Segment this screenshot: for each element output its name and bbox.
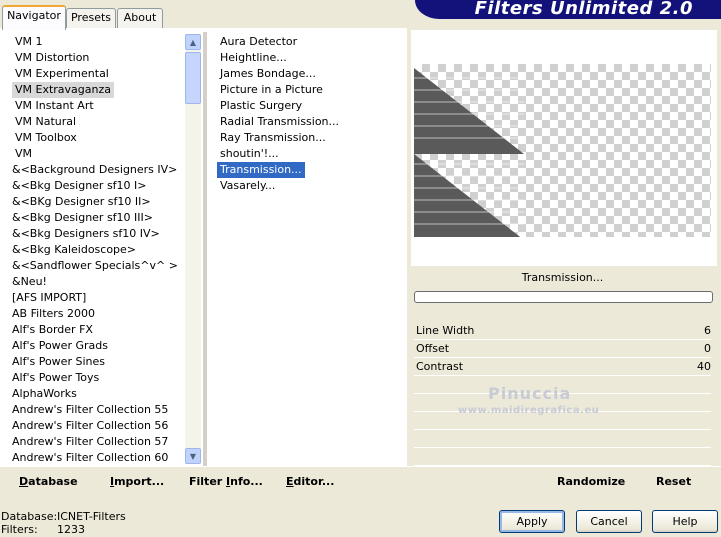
param-value: 0: [704, 342, 711, 355]
param-empty-row: [414, 431, 711, 448]
param-value: 40: [697, 360, 711, 373]
cancel-button[interactable]: Cancel: [576, 510, 642, 533]
category-item[interactable]: &<Bkg Kaleidoscope>: [12, 242, 136, 258]
category-item[interactable]: VM Natural: [15, 114, 76, 130]
tab-navigator[interactable]: Navigator: [2, 5, 66, 30]
param-offset[interactable]: Offset 0: [414, 341, 711, 358]
category-item[interactable]: AlphaWorks: [12, 386, 77, 402]
param-line-width[interactable]: Line Width 6: [414, 323, 711, 340]
scroll-thumb[interactable]: [185, 52, 201, 104]
param-label: Line Width: [416, 324, 475, 337]
category-item[interactable]: VM Instant Art: [15, 98, 94, 114]
filters-count: 1233: [57, 523, 85, 536]
editor-button[interactable]: Editor...: [286, 475, 334, 488]
database-info: Database: ICNET-Filters: [1, 510, 126, 523]
filter-item[interactable]: Ray Transmission...: [220, 130, 326, 146]
preview-shape-top: [414, 68, 524, 154]
filter-item[interactable]: Vasarely...: [220, 178, 275, 194]
reset-button[interactable]: Reset: [656, 475, 691, 488]
category-item[interactable]: &<Background Designers IV>: [12, 162, 177, 178]
filter-item[interactable]: Transmission...: [216, 161, 306, 179]
category-item[interactable]: VM Distortion: [15, 50, 89, 66]
category-item[interactable]: Alf's Power Toys: [12, 370, 99, 386]
category-item[interactable]: Andrew's Filter Collection 57: [12, 434, 168, 450]
category-item[interactable]: VM Extravaganza: [12, 82, 115, 98]
param-empty-row: [414, 449, 711, 466]
apply-button[interactable]: Apply: [499, 510, 565, 533]
scroll-down-icon[interactable]: ▼: [185, 448, 201, 464]
category-scrollbar[interactable]: ▲ ▼: [185, 34, 201, 464]
filter-item[interactable]: shoutin'!...: [220, 146, 279, 162]
filter-item[interactable]: Picture in a Picture: [220, 82, 323, 98]
preview-shape-bottom: [414, 154, 524, 237]
tab-presets[interactable]: Presets: [66, 8, 116, 28]
category-item[interactable]: Andrew's Filter Collection 56: [12, 418, 168, 434]
category-item[interactable]: Alf's Power Grads: [12, 338, 108, 354]
category-item[interactable]: &<Bkg Designer sf10 III>: [12, 210, 153, 226]
filter-item[interactable]: Aura Detector: [220, 34, 297, 50]
filters-info: Filters: 1233: [1, 523, 85, 536]
category-item[interactable]: VM Experimental: [15, 66, 109, 82]
list-splitter[interactable]: [203, 32, 207, 466]
category-item[interactable]: [AFS IMPORT]: [12, 290, 86, 306]
progress-bar: [414, 291, 713, 303]
database-value: ICNET-Filters: [57, 510, 126, 523]
category-item[interactable]: &Neu!: [12, 274, 47, 290]
title-banner: Filters Unlimited 2.0: [415, 0, 721, 19]
category-item[interactable]: &<Bkg Designers sf10 IV>: [12, 226, 160, 242]
filter-name-label: Transmission...: [521, 271, 604, 284]
watermark-name: Pinuccia: [488, 384, 572, 403]
category-item[interactable]: VM Toolbox: [15, 130, 77, 146]
import-button[interactable]: Import...: [110, 475, 164, 488]
filter-item[interactable]: Heightline...: [220, 50, 287, 66]
category-item[interactable]: &<Bkg Designer sf10 I>: [12, 178, 147, 194]
randomize-button[interactable]: Randomize: [557, 475, 625, 488]
category-item[interactable]: VM: [15, 146, 32, 162]
category-item[interactable]: Alf's Border FX: [12, 322, 93, 338]
filter-item[interactable]: Plastic Surgery: [220, 98, 302, 114]
category-item[interactable]: &<BKg Designer sf10 II>: [12, 194, 151, 210]
category-item[interactable]: Alf's Power Sines: [12, 354, 105, 370]
param-contrast[interactable]: Contrast 40: [414, 359, 711, 376]
preview-image: [414, 64, 711, 237]
filters-label: Filters:: [1, 523, 38, 536]
param-value: 6: [704, 324, 711, 337]
filter-item[interactable]: James Bondage...: [220, 66, 316, 82]
category-item[interactable]: Andrew's Filter Collection 60: [12, 450, 168, 466]
filter-item[interactable]: Radial Transmission...: [220, 114, 339, 130]
scroll-up-icon[interactable]: ▲: [185, 34, 201, 50]
category-item[interactable]: VM 1: [15, 34, 43, 50]
category-item[interactable]: AB Filters 2000: [12, 306, 95, 322]
database-button[interactable]: Database: [19, 475, 78, 488]
category-item[interactable]: &<Sandflower Specials^v^ >: [12, 258, 178, 274]
tab-about[interactable]: About: [117, 8, 163, 28]
param-label: Offset: [416, 342, 450, 355]
help-button[interactable]: Help: [652, 510, 718, 533]
category-item[interactable]: Andrew's Filter Collection 55: [12, 402, 168, 418]
param-label: Contrast: [416, 360, 464, 373]
filter-info-button[interactable]: Filter Info...: [189, 475, 263, 488]
database-label: Database:: [1, 510, 58, 523]
app-title: Filters Unlimited 2.0: [474, 0, 693, 19]
watermark-url: www.maidiregrafica.eu: [458, 405, 600, 416]
